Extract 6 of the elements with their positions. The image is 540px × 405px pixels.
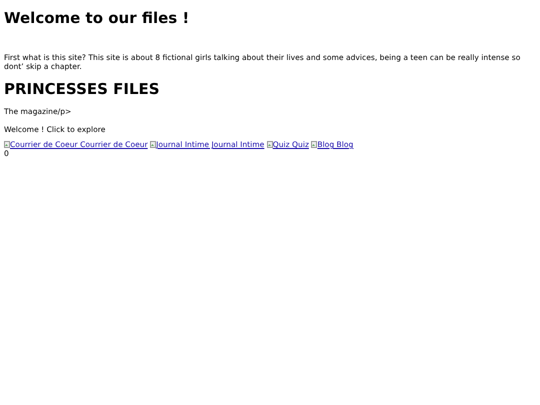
broken-image-icon <box>4 141 10 148</box>
broken-image-icon <box>266 141 273 148</box>
page-title: Welcome to our files ! <box>4 8 190 27</box>
site-heading: PRINCESSES FILES <box>4 80 161 98</box>
broken-image-icon <box>311 141 318 148</box>
broken-image-icon <box>150 141 156 148</box>
